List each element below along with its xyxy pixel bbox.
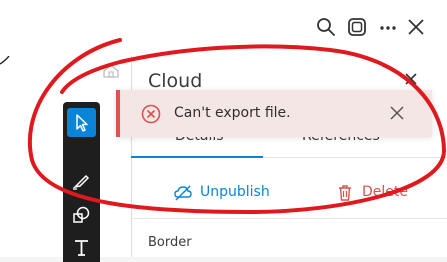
sticker-icon[interactable] bbox=[346, 16, 368, 38]
drawing-toolbar bbox=[63, 102, 100, 262]
active-tab-indicator bbox=[131, 156, 263, 158]
error-icon bbox=[141, 104, 161, 124]
delete-label: Delete bbox=[362, 184, 408, 200]
panel-close-icon[interactable] bbox=[403, 71, 419, 87]
unpublish-icon bbox=[174, 185, 192, 201]
pen-icon bbox=[72, 174, 90, 190]
trash-icon bbox=[339, 185, 351, 201]
select-tool[interactable] bbox=[67, 108, 96, 137]
delete-button[interactable]: Delete bbox=[338, 184, 418, 204]
toast-message: Can't export file. bbox=[174, 105, 291, 121]
panel-title: Cloud bbox=[148, 70, 203, 92]
more-icon[interactable] bbox=[377, 16, 399, 38]
search-icon[interactable] bbox=[315, 16, 337, 38]
pen-tool[interactable] bbox=[67, 166, 96, 195]
unpublish-label: Unpublish bbox=[200, 184, 270, 200]
toast-close-icon[interactable] bbox=[388, 104, 406, 122]
top-bar bbox=[0, 0, 447, 56]
close-icon[interactable] bbox=[405, 16, 427, 38]
error-toast: Can't export file. bbox=[116, 90, 432, 137]
border-section-label: Border bbox=[148, 235, 192, 250]
text-icon bbox=[75, 240, 88, 256]
shapes-icon bbox=[73, 206, 90, 223]
section-divider bbox=[131, 218, 447, 219]
unpublish-button[interactable]: Unpublish bbox=[174, 184, 284, 204]
home-icon[interactable] bbox=[102, 62, 120, 80]
select-icon bbox=[76, 114, 88, 132]
shapes-tool[interactable] bbox=[67, 200, 96, 229]
